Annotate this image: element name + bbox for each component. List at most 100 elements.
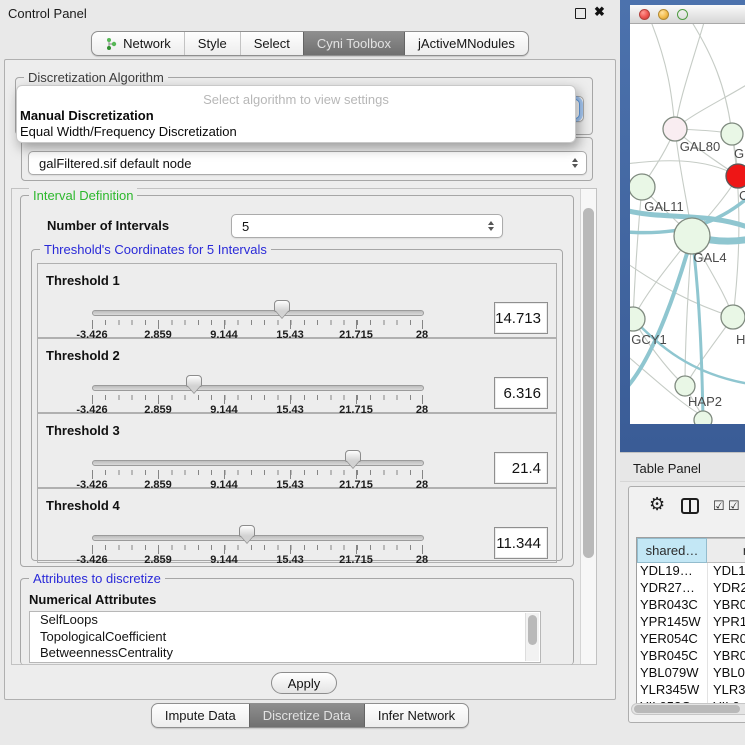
network-node-selected[interactable] [726,164,745,188]
network-node[interactable] [630,174,655,200]
threshold-4-slider[interactable]: -3.426 2.859 9.144 15.43 21.715 28 [92,525,422,567]
float-window-icon[interactable] [575,8,586,19]
network-node[interactable] [694,411,712,424]
bottom-tab-bar: Impute Data Discretize Data Infer Networ… [0,703,620,728]
threshold-3-slider[interactable]: -3.426 2.859 9.144 15.43 21.715 28 [92,450,422,492]
numerical-attributes-label: Numerical Attributes [29,592,156,607]
tab-impute-data[interactable]: Impute Data [152,704,249,727]
tab-style[interactable]: Style [184,32,240,55]
threshold-2-slider[interactable]: -3.426 2.859 9.144 15.43 21.715 28 [92,375,422,417]
network-node[interactable] [721,305,745,329]
number-of-intervals-label: Number of Intervals [47,218,169,233]
slider-track[interactable] [92,385,424,391]
node-label-gal80: GAL80 [680,139,720,154]
table-row[interactable]: YDR27…YDR2 [637,580,745,597]
dropdown-item-manual-discretization[interactable]: Manual Discretization [20,108,154,123]
table-panel-body: ⚙ ☑ ☑ shared… n YDL19…YDL1 YDR27…YDR2 YB… [628,486,745,723]
settings-scrollpane: Interval Definition Number of Intervals … [11,188,597,665]
vertical-scrollbar[interactable] [580,189,596,664]
table-row[interactable]: YLR345WYLR3 [637,682,745,699]
window-minimize-button[interactable] [658,9,669,20]
control-panel-titlebar: Control Panel ✖ [0,0,620,26]
slider-thumb-icon[interactable] [274,300,290,312]
scrollbar-thumb[interactable] [634,705,740,713]
threshold-1-slider[interactable]: -3.426 2.859 9.144 15.43 21.715 28 [92,300,422,342]
slider-track[interactable] [92,310,424,316]
application-window: Control Panel ✖ Network Style Select Cyn… [0,0,745,745]
threshold-value-field[interactable]: 6.316 [494,377,548,409]
slider-track[interactable] [92,460,424,466]
slider-track[interactable] [92,535,424,541]
column-header-name[interactable]: n [707,538,745,563]
list-scrollbar[interactable] [525,613,539,661]
slider-minor-ticks [92,545,423,550]
checkbox-icon[interactable]: ☑ [728,499,740,512]
checkbox-icon[interactable]: ☑ [713,499,725,512]
network-window-titlebar [630,5,745,24]
network-node[interactable] [721,123,743,145]
table-data-combobox[interactable]: galFiltered.sif default node [28,151,587,175]
node-label-clipped: C [739,188,745,203]
network-canvas[interactable]: GAL80 G GAL11 C GAL4 GCY1 H HAP2 [630,24,745,424]
table-panel: Table Panel ⚙ ☑ ☑ shared… n YDL19…YDL1 Y… [620,452,745,745]
network-node[interactable] [663,117,687,141]
threshold-2-panel: Threshold 2 -3.426 2.859 9.144 [37,338,557,413]
table-panel-titlebar: Table Panel [620,452,745,482]
threshold-3-panel: Threshold 3 -3.426 2.859 9.144 [37,413,557,488]
table-data-group: Table Data galFiltered.sif default node [21,137,593,181]
slider-thumb-icon[interactable] [345,450,361,462]
table-row[interactable]: YPR145WYPR1 [637,614,745,631]
chevron-up-down-icon [488,221,494,231]
node-label-gcy1: GCY1 [631,332,666,347]
network-view-window: GAL80 G GAL11 C GAL4 GCY1 H HAP2 [620,0,745,452]
threshold-value-field[interactable]: 21.4 [494,452,548,484]
threshold-label: Threshold 4 [46,498,120,513]
table-row[interactable]: YER054CYER0 [637,631,745,648]
network-node[interactable] [675,376,695,396]
tab-cyni-toolbox[interactable]: Cyni Toolbox [303,32,404,55]
node-attribute-table: shared… n YDL19…YDL1 YDR27…YDR2 YBR043CY… [636,537,745,714]
apply-button[interactable]: Apply [271,672,337,694]
control-panel: Control Panel ✖ Network Style Select Cyn… [0,0,620,745]
panel-title: Table Panel [633,461,701,476]
scrollbar-thumb[interactable] [583,208,594,558]
close-icon[interactable]: ✖ [594,4,605,20]
threshold-4-panel: Threshold 4 -3.426 2.859 9.144 [37,488,557,563]
gear-icon[interactable]: ⚙ [649,495,665,513]
tab-select[interactable]: Select [240,32,303,55]
list-item[interactable]: BetweennessCentrality [30,645,540,662]
group-title: Interval Definition [29,188,137,203]
numerical-attributes-list[interactable]: SelfLoops TopologicalCoefficient Between… [29,611,541,663]
threshold-value-field[interactable]: 11.344 [494,527,548,559]
network-node[interactable] [674,218,710,254]
dropdown-item-equal-width[interactable]: Equal Width/Frequency Discretization [20,124,237,139]
number-of-intervals-combobox[interactable]: 5 [231,214,503,238]
dropdown-prompt: Select algorithm to view settings [17,92,575,107]
table-header: shared… n [637,538,745,563]
window-close-button[interactable] [639,9,650,20]
network-icon [105,37,118,51]
tab-infer-network[interactable]: Infer Network [364,704,468,727]
list-item[interactable]: TopologicalCoefficient [30,629,540,646]
table-row[interactable]: YBR043CYBR0 [637,597,745,614]
columns-icon[interactable] [681,498,699,514]
tab-discretize-data[interactable]: Discretize Data [249,704,364,727]
horizontal-scrollbar[interactable] [631,703,745,715]
node-label-hap2: HAP2 [688,394,722,409]
group-title: Threshold's Coordinates for 5 Intervals [40,242,271,257]
slider-minor-ticks [92,395,423,400]
threshold-value-field[interactable]: 14.713 [494,302,548,334]
tab-jactivemnodules[interactable]: jActiveMNodules [404,32,528,55]
list-item[interactable]: SelfLoops [30,612,540,629]
slider-thumb-icon[interactable] [239,525,255,537]
table-row[interactable]: YBR045CYBR0 [637,648,745,665]
algorithm-dropdown-popup: Select algorithm to view settings Manual… [16,85,576,143]
table-row[interactable]: YBL079WYBL0 [637,665,745,682]
slider-thumb-icon[interactable] [186,375,202,387]
tab-network[interactable]: Network [92,32,184,55]
table-row[interactable]: YDL19…YDL1 [637,563,745,580]
scrollbar-thumb[interactable] [528,615,537,645]
thresholds-group: Threshold's Coordinates for 5 Intervals … [31,249,563,561]
window-zoom-button[interactable] [677,9,688,20]
column-header-shared-name[interactable]: shared… [637,538,707,563]
